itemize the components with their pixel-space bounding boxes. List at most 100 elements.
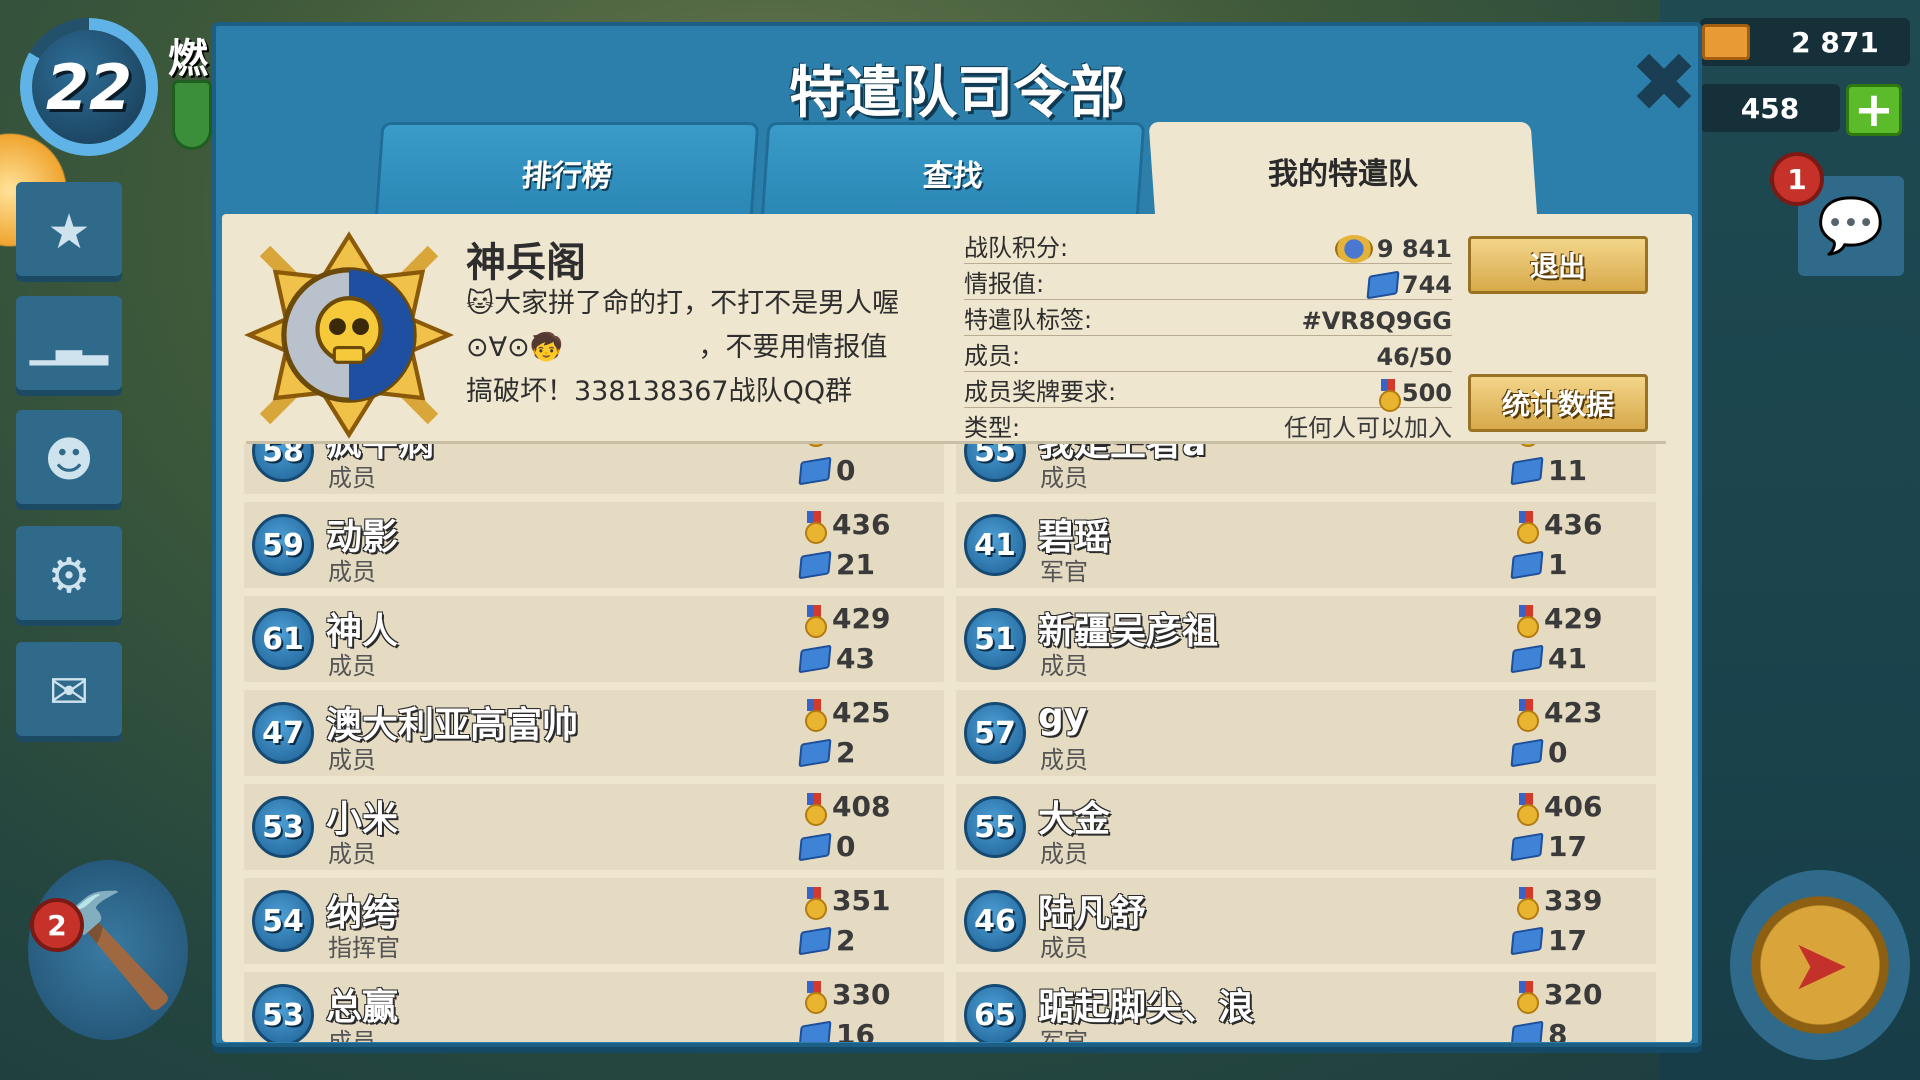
- member-medal-count: 339: [1544, 884, 1603, 917]
- leave-task-force-button[interactable]: 退出: [1468, 236, 1648, 294]
- member-row[interactable]: 51 新疆吴彦祖 成员 429 41: [956, 596, 1656, 682]
- leaderboard-button[interactable]: ▁▃▂: [16, 296, 122, 396]
- member-medals: 408: [804, 790, 891, 826]
- close-button[interactable]: ✖: [1624, 36, 1704, 131]
- medal-icon: [1516, 698, 1539, 732]
- close-icon: ✖: [1629, 36, 1699, 131]
- member-row[interactable]: 53 小米 成员 408 0: [244, 784, 944, 870]
- member-row[interactable]: 46 陆凡舒 成员 339 17: [956, 878, 1656, 964]
- stat-label: 战队积分:: [964, 234, 1069, 262]
- stat-row-members: 成员: 46/50: [964, 336, 1452, 372]
- member-medals: 436: [1516, 508, 1603, 544]
- mail-button[interactable]: ✉: [16, 642, 122, 742]
- member-row[interactable]: 55我是王者a成员11: [956, 444, 1656, 494]
- gear-icon: ⚙: [47, 548, 91, 604]
- buy-diamonds-button[interactable]: +: [1846, 84, 1902, 136]
- task-force-button[interactable]: ☻: [16, 410, 122, 510]
- member-role: 成员: [1040, 840, 1088, 868]
- member-medals: 429: [1516, 602, 1603, 638]
- member-medals: 423: [1516, 696, 1603, 732]
- member-intel: 11: [1510, 454, 1587, 487]
- member-role: 成员: [328, 652, 376, 680]
- star-map-button[interactable]: ★: [16, 182, 122, 282]
- member-list[interactable]: 58疯牛病成员055我是王者a成员1159动影成员4362141碧瑶军官4361…: [244, 444, 1668, 1042]
- member-intel-count: 17: [1548, 924, 1587, 957]
- member-row[interactable]: 65 踮起脚尖、浪 军官 320 8: [956, 972, 1656, 1042]
- tab-label: 查找: [921, 158, 984, 194]
- member-medal-count: 351: [832, 884, 891, 917]
- member-level-badge: 51: [964, 608, 1026, 670]
- member-row[interactable]: 57 gy 成员 423 0: [956, 690, 1656, 776]
- compass-button[interactable]: ➤: [1730, 870, 1910, 1060]
- member-level-badge: 47: [252, 702, 314, 764]
- member-row[interactable]: 61 神人 成员 429 43: [244, 596, 944, 682]
- member-medals: 429: [804, 602, 890, 638]
- member-role: 成员: [328, 464, 376, 492]
- diamond-amount: 458: [1740, 91, 1800, 125]
- stat-value: 744: [1401, 271, 1452, 299]
- stat-label: 类型:: [964, 414, 1021, 442]
- builder-count-badge: 2: [30, 898, 84, 952]
- member-intel: 1: [1510, 548, 1567, 581]
- member-role: 军官: [1040, 558, 1088, 586]
- member-intel: 8: [1510, 1018, 1567, 1042]
- tab-my-task-force[interactable]: 我的特遣队: [1148, 122, 1538, 220]
- member-row[interactable]: 55 大金 成员 406 17: [956, 784, 1656, 870]
- member-row[interactable]: 59 动影 成员 436 21: [244, 502, 944, 588]
- diamond-counter: 458: [1700, 84, 1840, 132]
- stat-value: 9 841: [1376, 235, 1452, 263]
- member-role: 成员: [328, 558, 376, 586]
- member-medals: 339: [1516, 884, 1603, 920]
- member-row[interactable]: 53 总赢 成员 330 16: [244, 972, 944, 1042]
- intel-icon: [1510, 832, 1544, 861]
- member-medal-count: 408: [832, 790, 891, 823]
- member-medal-count: 425: [832, 696, 891, 729]
- intel-icon: [798, 550, 832, 579]
- dialog-title: 特遣队司令部: [789, 61, 1125, 126]
- intel-icon: [1510, 644, 1544, 673]
- member-intel: 17: [1510, 830, 1587, 863]
- member-intel-count: 43: [836, 642, 875, 675]
- compass-needle-icon: ➤: [1790, 924, 1850, 1006]
- member-intel: 43: [798, 642, 875, 675]
- player-level: 22: [45, 50, 133, 124]
- member-row[interactable]: 54 纳绔 指挥官 351 2: [244, 878, 944, 964]
- stat-value: 46/50: [1376, 343, 1452, 371]
- stat-value: 500: [1401, 379, 1452, 407]
- task-force-panel: 神兵阁 🐱大家拼了命的打，不打不是男人喔 ⊙∀⊙🧒 ，不要用情报值 搞破坏！33…: [222, 214, 1692, 1042]
- settings-button[interactable]: ⚙: [16, 526, 122, 626]
- stat-value: #VR8Q9GG: [1301, 307, 1452, 335]
- intel-icon: [1510, 1020, 1544, 1042]
- member-medal-count: 436: [1544, 508, 1603, 541]
- member-level-badge: 57: [964, 702, 1026, 764]
- medal-icon: [1516, 792, 1539, 826]
- tab-leaderboard[interactable]: 排行榜: [374, 122, 760, 220]
- intel-icon: [798, 456, 832, 485]
- task-force-emblem-icon: [244, 231, 454, 439]
- member-row[interactable]: 58疯牛病成员0: [244, 444, 944, 494]
- medal-icon: [804, 792, 827, 826]
- member-row[interactable]: 47 澳大利亚高富帅 成员 425 2: [244, 690, 944, 776]
- member-intel-count: 2: [836, 736, 856, 769]
- member-medals: 406: [1516, 790, 1602, 826]
- member-role: 成员: [328, 746, 376, 774]
- member-role: 军官: [1040, 1028, 1088, 1042]
- member-medals: 330: [804, 978, 890, 1014]
- statistics-button[interactable]: 统计数据: [1468, 374, 1648, 432]
- member-medal-count: 429: [1544, 602, 1603, 635]
- medal-icon: [1516, 886, 1539, 920]
- member-intel: 21: [798, 548, 875, 581]
- tab-label: 我的特遣队: [1268, 157, 1418, 192]
- member-intel: 41: [1510, 642, 1587, 675]
- tab-search[interactable]: 查找: [760, 122, 1146, 220]
- member-intel-count: 16: [836, 1018, 875, 1042]
- gold-icon: [1702, 24, 1750, 60]
- victory-star-icon: [1334, 235, 1373, 263]
- member-level-badge: 46: [964, 890, 1026, 952]
- member-medal-count: 436: [832, 508, 891, 541]
- member-medal-count: 423: [1544, 696, 1603, 729]
- gold-amount: 2 871: [1791, 25, 1879, 59]
- member-row[interactable]: 41 碧瑶 军官 436 1: [956, 502, 1656, 588]
- medal-icon: [804, 604, 827, 638]
- member-level-badge: 53: [252, 796, 314, 858]
